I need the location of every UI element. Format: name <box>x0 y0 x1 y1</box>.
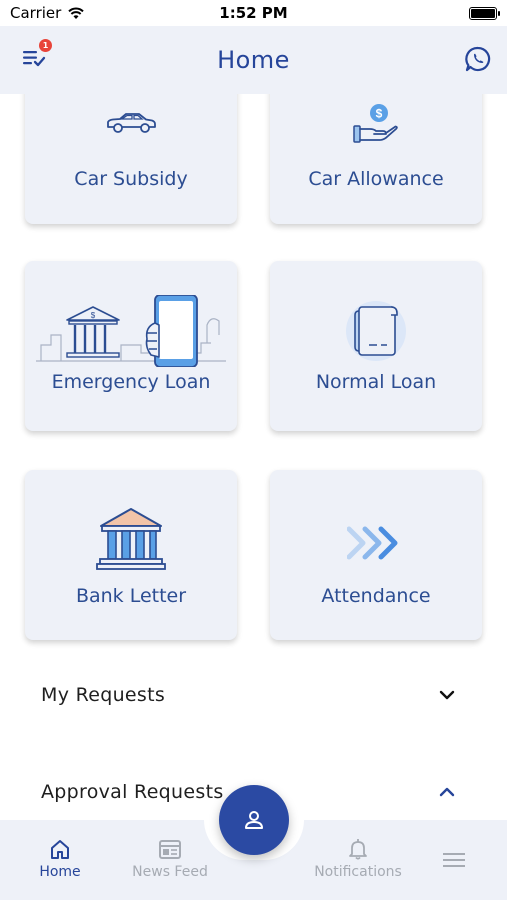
chevron-down-icon[interactable] <box>439 690 455 700</box>
nav-home[interactable]: Home <box>5 838 115 880</box>
app-header: 1 Home <box>0 26 507 94</box>
chevron-up-icon[interactable] <box>439 787 455 797</box>
home-icon <box>51 840 69 859</box>
car-icon <box>107 113 156 133</box>
svg-text:$: $ <box>91 311 96 320</box>
normal-loan-card[interactable]: Normal Loan <box>270 261 482 431</box>
card-label: Bank Letter <box>75 585 187 607</box>
hand-coin-icon: $ <box>353 104 398 143</box>
svg-text:$: $ <box>376 107 383 121</box>
whatsapp-button[interactable] <box>465 46 491 72</box>
home-screen: Carrier 1:52 PM 1 Home Car Subsidy $ Car… <box>0 0 507 900</box>
page-title: Home <box>217 46 290 74</box>
bell-icon <box>349 839 367 860</box>
nav-label: Home <box>39 864 81 880</box>
nav-label: News Feed <box>132 864 208 880</box>
nav-news-feed[interactable]: News Feed <box>115 838 225 880</box>
bank-building-icon <box>96 508 166 570</box>
menu-button[interactable]: 1 <box>22 39 52 72</box>
bank-phone-icon: $ <box>36 295 226 367</box>
car-subsidy-card[interactable]: Car Subsidy <box>25 74 237 224</box>
emergency-loan-card[interactable]: $ Emergency Loan <box>25 261 237 431</box>
bank-letter-card[interactable]: Bank Letter <box>25 470 237 640</box>
carrier-label: Carrier <box>10 4 62 22</box>
notification-badge: 1 <box>39 39 52 52</box>
battery-icon <box>469 6 500 20</box>
card-label: Emergency Loan <box>51 371 211 393</box>
section-title: Approval Requests <box>41 781 224 803</box>
my-requests-section[interactable]: My Requests <box>0 670 507 720</box>
card-label: Attendance <box>321 585 431 607</box>
nav-more[interactable] <box>443 852 465 872</box>
scroll-icon <box>346 301 406 361</box>
chevrons-right-icon <box>347 526 398 560</box>
status-bar: Carrier 1:52 PM <box>0 0 507 26</box>
news-feed-icon <box>159 840 181 859</box>
car-allowance-card[interactable]: $ Car Allowance <box>270 74 482 224</box>
hamburger-menu-icon <box>443 853 465 867</box>
person-icon <box>245 811 263 829</box>
wifi-icon <box>68 7 85 19</box>
card-label: Normal Loan <box>315 371 437 393</box>
profile-fab-button[interactable] <box>219 785 289 855</box>
attendance-card[interactable]: Attendance <box>270 470 482 640</box>
section-title: My Requests <box>41 684 166 706</box>
card-label: Car Allowance <box>308 168 444 190</box>
card-label: Car Subsidy <box>74 168 188 190</box>
nav-notifications[interactable]: Notifications <box>303 838 413 880</box>
whatsapp-icon <box>465 46 491 72</box>
nav-label: Notifications <box>314 864 402 880</box>
